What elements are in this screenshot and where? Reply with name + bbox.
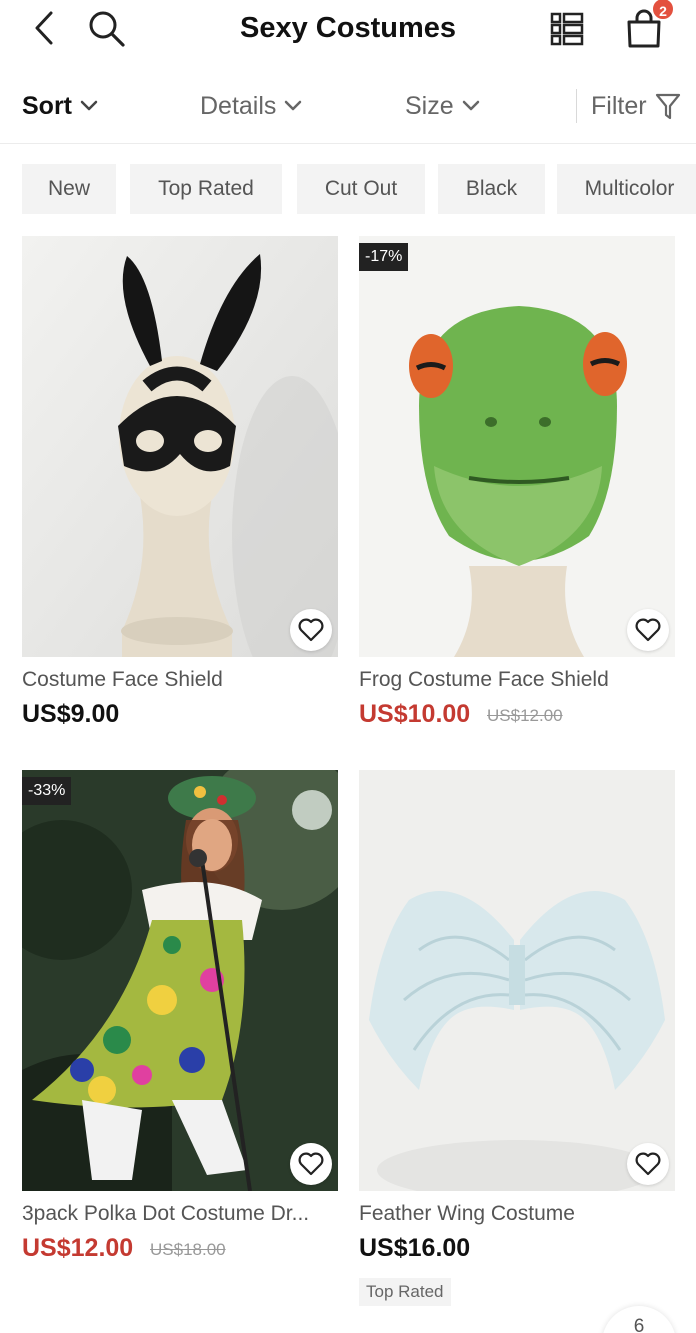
product-image-bunny-mask[interactable] xyxy=(22,236,338,657)
details-dropdown[interactable]: Details xyxy=(200,86,302,126)
product-name: 3pack Polka Dot Costume Dr... xyxy=(22,1202,310,1225)
product-listing-page: Sexy Costumes 2 Sort Details Size Filter… xyxy=(0,0,696,1333)
discount-badge: -33% xyxy=(22,777,72,805)
chevron-left-icon xyxy=(35,11,53,45)
product-image-feather-wings[interactable] xyxy=(359,770,675,1191)
wishlist-button[interactable] xyxy=(290,609,332,651)
divider xyxy=(576,89,577,123)
list-view-button[interactable] xyxy=(544,6,590,52)
quick-filter-chips: New Top Rated Cut Out Black Multicolor xyxy=(0,164,696,216)
product-name: Frog Costume Face Shield xyxy=(359,668,609,691)
product-original-price: US$18.00 xyxy=(150,1240,226,1259)
wishlist-button[interactable] xyxy=(290,1143,332,1185)
chip-top-rated[interactable]: Top Rated xyxy=(130,164,282,214)
search-button[interactable] xyxy=(82,4,130,52)
product-name: Feather Wing Costume xyxy=(359,1202,575,1225)
size-dropdown[interactable]: Size xyxy=(405,86,480,126)
top-header: Sexy Costumes 2 xyxy=(0,0,696,56)
product-original-price: US$12.00 xyxy=(487,706,563,725)
product-card[interactable]: Feather Wing Costume US$16.00 Top Rated xyxy=(359,770,675,1310)
product-name: Costume Face Shield xyxy=(22,668,223,691)
wishlist-button[interactable] xyxy=(627,609,669,651)
chip-multicolor[interactable]: Multicolor xyxy=(557,164,696,214)
bunny-mask-illustration xyxy=(22,236,338,657)
chip-new[interactable]: New xyxy=(22,164,116,214)
back-button[interactable] xyxy=(22,6,66,50)
product-card[interactable]: Costume Face Shield US$9.00 xyxy=(22,236,338,746)
size-label: Size xyxy=(405,91,454,120)
product-sale-price: US$12.00 xyxy=(22,1234,134,1262)
heart-icon xyxy=(298,1152,324,1176)
polka-dot-costume-illustration xyxy=(22,770,338,1191)
search-icon xyxy=(89,11,125,47)
page-indicator[interactable]: 6 xyxy=(602,1306,676,1333)
chip-cut-out[interactable]: Cut Out xyxy=(297,164,425,214)
chevron-down-icon xyxy=(80,100,98,111)
wishlist-button[interactable] xyxy=(627,1143,669,1185)
product-sale-price: US$10.00 xyxy=(359,700,471,728)
product-price: US$9.00 xyxy=(22,700,120,728)
top-rated-tag: Top Rated xyxy=(359,1278,451,1306)
chip-black[interactable]: Black xyxy=(438,164,545,214)
product-image-frog-mask[interactable]: -17% xyxy=(359,236,675,657)
page-title: Sexy Costumes xyxy=(240,12,456,44)
feather-wings-illustration xyxy=(359,770,675,1191)
frog-mask-illustration xyxy=(359,236,675,657)
cart-count-badge: 2 xyxy=(651,0,675,21)
sort-dropdown[interactable]: Sort xyxy=(22,86,98,126)
discount-badge: -17% xyxy=(359,243,409,271)
chevron-down-icon xyxy=(462,100,479,111)
list-view-icon xyxy=(550,12,584,46)
heart-icon xyxy=(635,1152,661,1176)
filter-button[interactable]: Filter xyxy=(591,86,681,126)
product-card[interactable]: -33% 3pack Polka Dot Costume Dr... US$12… xyxy=(22,770,338,1280)
filter-label: Filter xyxy=(591,91,647,120)
heart-icon xyxy=(298,618,324,642)
sort-label: Sort xyxy=(22,91,72,120)
sort-filter-bar: Sort Details Size Filter xyxy=(0,70,696,144)
filter-icon xyxy=(655,93,680,120)
details-label: Details xyxy=(200,91,277,120)
product-price: US$16.00 xyxy=(359,1234,471,1262)
product-image-polka-dot-costume[interactable]: -33% xyxy=(22,770,338,1191)
chevron-down-icon xyxy=(285,100,302,111)
heart-icon xyxy=(635,618,661,642)
product-card[interactable]: -17% Frog Costume Face Shield US$10.00 U… xyxy=(359,236,675,746)
